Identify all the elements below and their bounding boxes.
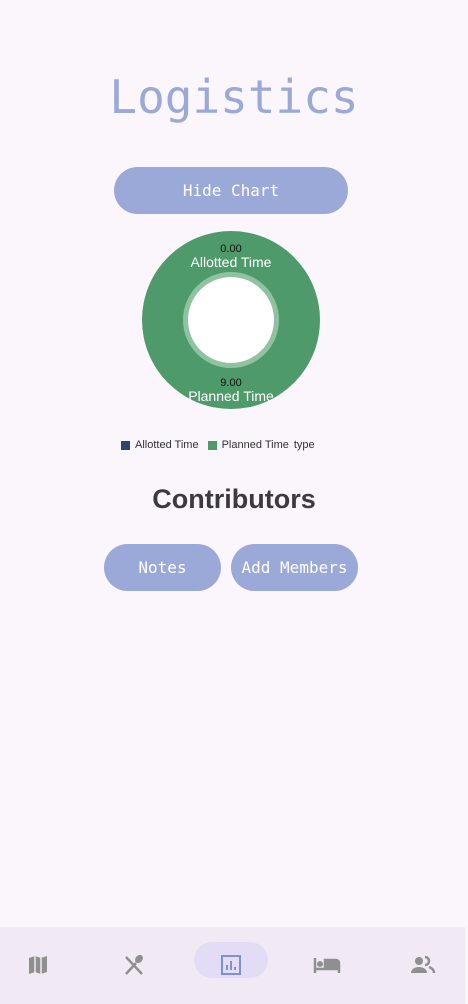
slice-label-allotted: Allotted Time [191, 254, 272, 270]
slice-label-planned: Planned Time [188, 388, 274, 404]
nav-chart[interactable] [211, 947, 251, 983]
restaurant-icon [125, 954, 143, 975]
group-icon [411, 955, 436, 974]
nav-map[interactable] [18, 947, 58, 983]
page-title: Logistics [109, 70, 359, 124]
bar-chart-icon [221, 955, 241, 975]
donut-chart: 0.00 Allotted Time 9.00 Planned Time [142, 231, 320, 409]
map-icon [29, 956, 47, 974]
donut-hole [188, 277, 274, 363]
legend-swatch-allotted [121, 440, 130, 450]
contributors-heading: Contributors [152, 484, 316, 514]
hide-chart-button[interactable]: Hide Chart [114, 167, 348, 214]
legend-swatch-planned [207, 440, 217, 450]
notes-button[interactable]: Notes [104, 544, 221, 591]
bottom-navigation [0, 927, 465, 1004]
chart-legend: Allotted Time Planned Time type [121, 439, 315, 451]
nav-group[interactable] [403, 947, 443, 983]
legend-label-allotted: Allotted Time [135, 439, 199, 451]
hotel-icon [313, 958, 341, 973]
nav-hotel[interactable] [307, 947, 347, 983]
add-members-button[interactable]: Add Members [231, 544, 358, 591]
legend-suffix: type [293, 439, 315, 451]
nav-restaurant[interactable] [114, 947, 154, 983]
legend-label-planned: Planned Time [221, 439, 289, 451]
